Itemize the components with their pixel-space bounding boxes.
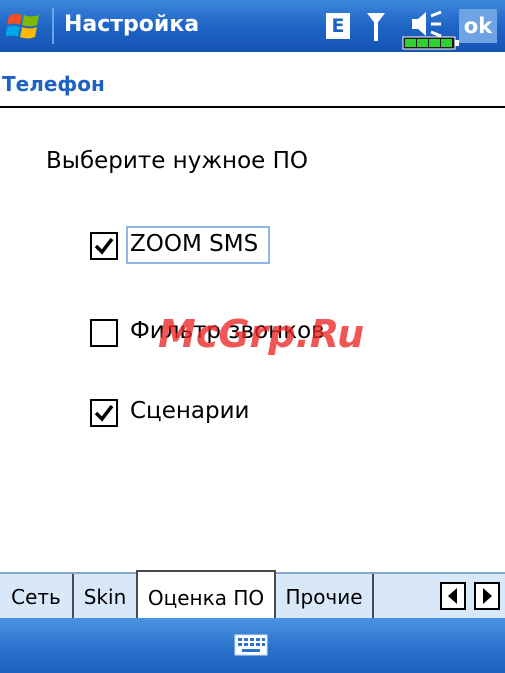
header-divider — [0, 106, 505, 108]
title-bar: Настройка E ok — [0, 0, 505, 52]
tab-software-rating[interactable]: Оценка ПО — [136, 570, 276, 620]
arrow-left-icon — [448, 588, 457, 604]
battery-icon — [402, 36, 459, 50]
tab-bar: Сеть Skin Оценка ПО Прочие — [0, 570, 505, 620]
watermark: McGrp.Ru — [158, 312, 365, 356]
window-title: Настройка — [64, 12, 200, 37]
speaker-icon[interactable] — [410, 10, 444, 38]
tab-skin[interactable]: Skin — [74, 574, 138, 618]
tab-scroll-right-button[interactable] — [474, 582, 500, 610]
checkmark-icon — [94, 237, 114, 255]
edge-network-icon[interactable]: E — [326, 13, 350, 39]
page-title: Телефон — [2, 72, 105, 96]
keyboard-icon[interactable] — [234, 632, 268, 658]
prompt-text: Выберите нужное ПО — [46, 148, 309, 174]
tab-network[interactable]: Сеть — [0, 574, 74, 618]
ok-button[interactable]: ok — [459, 9, 497, 43]
option-label[interactable]: Сценарии — [130, 398, 250, 424]
option-label[interactable]: ZOOM SMS — [130, 231, 258, 257]
tab-scroll-left-button[interactable] — [440, 582, 466, 610]
windows-start-icon[interactable] — [6, 9, 42, 43]
arrow-right-icon — [483, 588, 492, 604]
checkbox-zoom-sms[interactable] — [90, 232, 118, 260]
title-separator — [52, 8, 54, 44]
tab-other[interactable]: Прочие — [276, 574, 374, 618]
soft-key-bar — [0, 618, 505, 673]
checkbox-call-filter[interactable] — [90, 319, 118, 347]
checkbox-scenarios[interactable] — [90, 399, 118, 427]
checkmark-icon — [94, 404, 114, 422]
antenna-icon[interactable] — [366, 11, 386, 41]
